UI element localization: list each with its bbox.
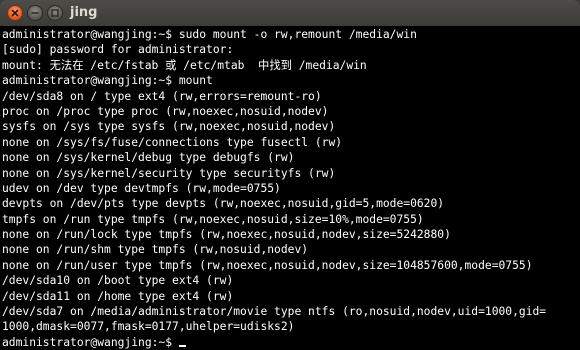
terminal-line: 1000,dmask=0077,fmask=0177,uhelper=udisk… — [2, 320, 295, 334]
minimize-button[interactable] — [27, 5, 43, 21]
terminal-line: /dev/sda7 on /media/administrator/movie … — [2, 305, 547, 319]
close-icon — [11, 9, 19, 17]
maximize-icon — [51, 9, 59, 17]
shell-prompt: administrator@wangjing:~$ — [2, 335, 179, 349]
terminal-lines: administrator@wangjing:~$ sudo mount -o … — [2, 27, 578, 350]
terminal-line: administrator@wangjing:~$ mount — [2, 74, 213, 88]
terminal-line: /dev/sda11 on /home type ext4 (rw) — [2, 289, 234, 303]
terminal-line: none on /sys/kernel/security type securi… — [2, 166, 336, 180]
maximize-button[interactable] — [47, 5, 63, 21]
terminal-output[interactable]: administrator@wangjing:~$ sudo mount -o … — [0, 26, 580, 350]
terminal-line: administrator@wangjing:~$ sudo mount -o … — [2, 28, 417, 41]
prompt-line[interactable]: administrator@wangjing:~$ — [2, 335, 578, 350]
terminal-line: none on /run/user type tmpfs (rw,noexec,… — [2, 258, 533, 272]
terminal-line: udev on /dev type devtmpfs (rw,mode=0755… — [2, 181, 281, 195]
terminal-line: mount: 无法在 /etc/fstab 或 /etc/mtab 中找到 /m… — [2, 58, 367, 72]
minimize-icon — [31, 12, 39, 14]
title-bar[interactable]: jing — [0, 0, 580, 27]
terminal-line: none on /run/lock type tmpfs (rw,noexec,… — [2, 228, 451, 242]
terminal-line: /dev/sda10 on /boot type ext4 (rw) — [2, 274, 234, 288]
terminal-window: jing administrator@wangjing:~$ sudo moun… — [0, 0, 580, 350]
terminal-line: tmpfs on /run type tmpfs (rw,noexec,nosu… — [2, 212, 424, 226]
close-button[interactable] — [7, 5, 23, 21]
terminal-line: /dev/sda8 on / type ext4 (rw,errors=remo… — [2, 89, 322, 103]
terminal-line: sysfs on /sys type sysfs (rw,noexec,nosu… — [2, 120, 336, 134]
window-title: jing — [70, 5, 98, 20]
terminal-line: none on /sys/kernel/debug type debugfs (… — [2, 151, 295, 165]
terminal-line: none on /run/shm type tmpfs (rw,nosuid,n… — [2, 243, 309, 257]
terminal-line: [sudo] password for administrator: — [2, 43, 234, 57]
terminal-line: devpts on /dev/pts type devpts (rw,noexe… — [2, 197, 445, 211]
text-cursor — [178, 344, 186, 347]
terminal-line: proc on /proc type proc (rw,noexec,nosui… — [2, 104, 329, 118]
terminal-line: none on /sys/fs/fuse/connections type fu… — [2, 135, 343, 149]
